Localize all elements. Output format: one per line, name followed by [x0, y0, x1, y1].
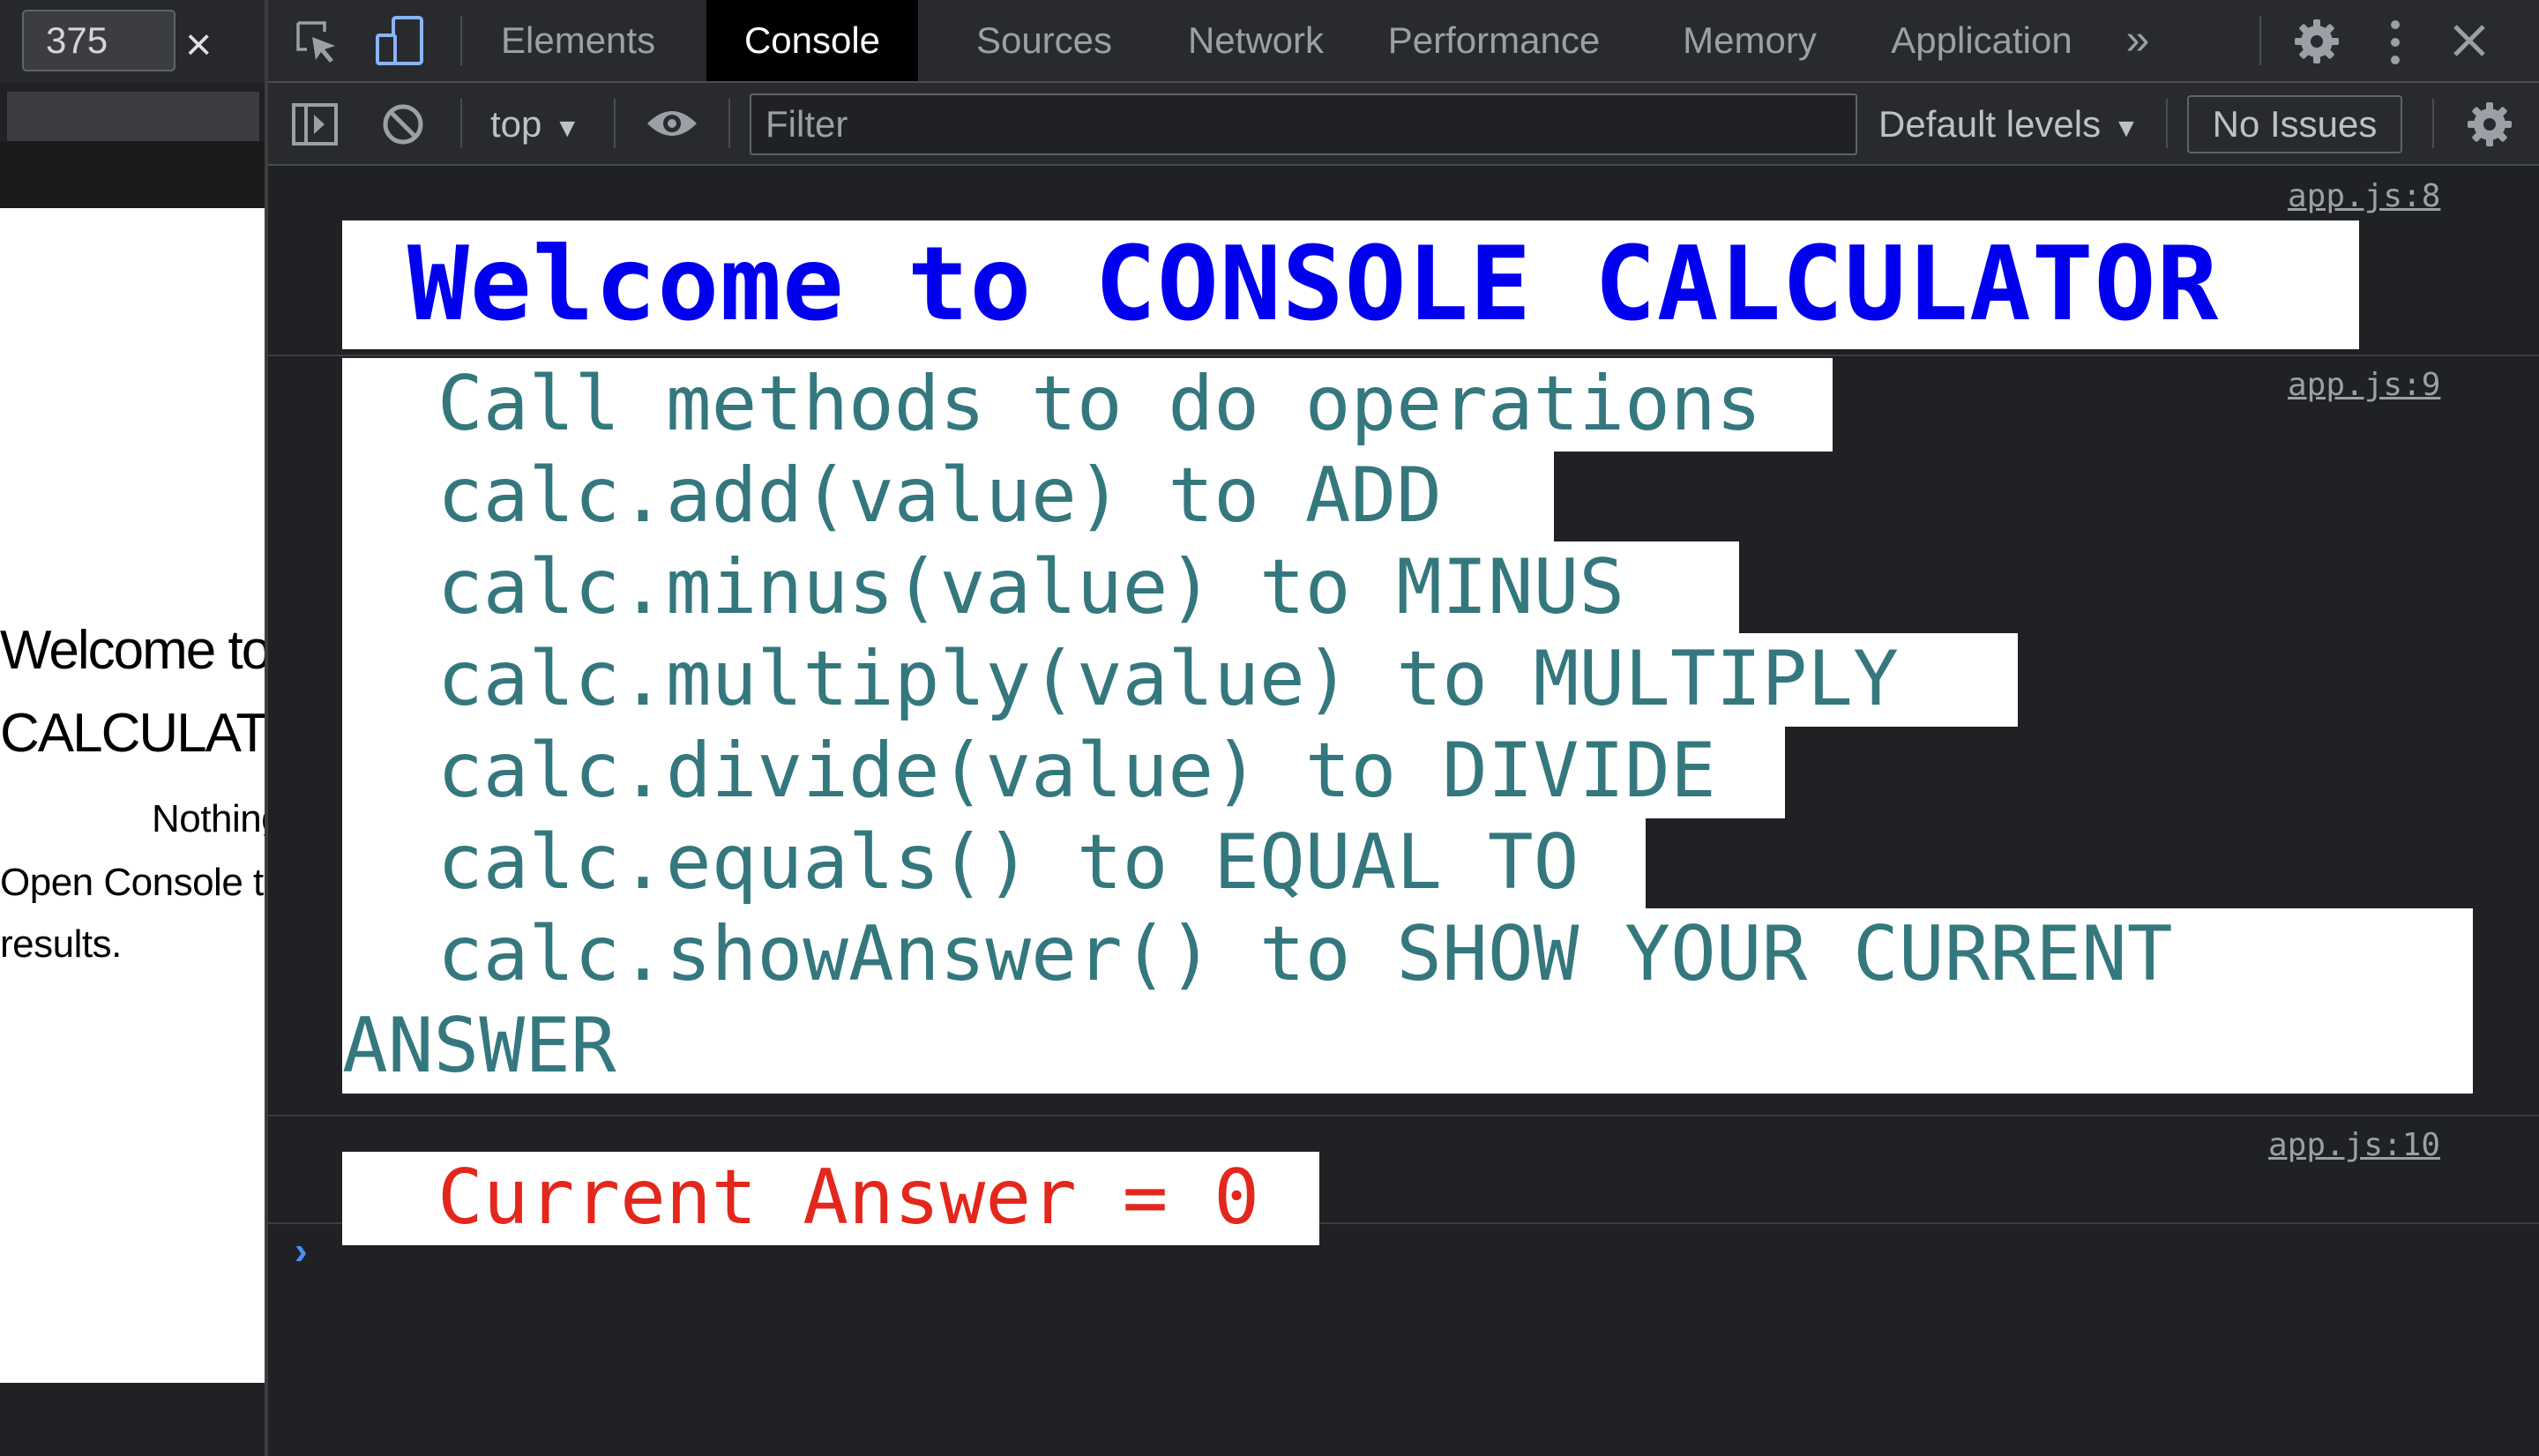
- instruction-line: calc.minus(value) to MINUS: [342, 541, 1739, 635]
- instruction-line: calc.divide(value) to DIVIDE: [342, 725, 1785, 818]
- tab-network[interactable]: Network: [1150, 0, 1362, 81]
- tab-console[interactable]: Console: [706, 0, 918, 81]
- console-message: app.js:8 Welcome to CONSOLE CALCULATOR: [268, 168, 2539, 356]
- source-link[interactable]: app.js:8: [2288, 178, 2440, 214]
- settings-gear-icon[interactable]: [2293, 18, 2341, 65]
- context-selector[interactable]: top ▼: [490, 83, 580, 166]
- more-tabs-icon[interactable]: »: [2111, 0, 2164, 81]
- toolbar-separator: [614, 99, 616, 148]
- toolbar-separator: [2432, 99, 2434, 148]
- console-settings-gear-icon[interactable]: [2466, 101, 2513, 148]
- instruction-line: calc.add(value) to ADD: [342, 450, 1554, 543]
- chevron-down-icon: ▼: [2113, 114, 2139, 143]
- tab-elements[interactable]: Elements: [501, 0, 655, 81]
- dimension-separator: ×: [185, 19, 213, 71]
- device-frame-band: [0, 141, 265, 208]
- tab-sources[interactable]: Sources: [938, 0, 1150, 81]
- console-message: app.js:9 Call methods to do operations c…: [268, 356, 2539, 1116]
- devtools-tab-bar: Elements Console Sources Network Perform…: [268, 0, 2539, 83]
- device-width-input[interactable]: 375: [22, 10, 175, 71]
- tab-application[interactable]: Application: [1863, 0, 2101, 81]
- toolbar-separator: [2166, 99, 2168, 148]
- tab-performance[interactable]: Performance: [1362, 0, 1626, 81]
- page-heading-line-1: Welcome to CONSOLE: [0, 620, 265, 681]
- device-height-strip: [7, 92, 259, 141]
- issues-button[interactable]: No Issues: [2187, 95, 2402, 153]
- page-viewport: Welcome to CONSOLE CALCULATOR Nothing to…: [0, 208, 265, 1383]
- filter-input[interactable]: Filter: [750, 93, 1857, 155]
- source-link[interactable]: app.js:10: [2268, 1127, 2440, 1163]
- console-toolbar: top ▼ Filter Default levels ▼ No Issues: [268, 83, 2539, 166]
- device-toggle-icon[interactable]: [374, 14, 427, 67]
- tab-memory[interactable]: Memory: [1644, 0, 1856, 81]
- device-toolbar: 375 ×: [0, 0, 265, 83]
- current-answer-line: Current Answer = 0: [342, 1152, 1319, 1245]
- instruction-line: ANSWER: [342, 1000, 2473, 1094]
- page-paragraph-line-3: results.: [0, 922, 122, 966]
- devtools-panel: Elements Console Sources Network Perform…: [268, 0, 2539, 1456]
- inspect-element-icon[interactable]: [295, 19, 340, 65]
- source-link[interactable]: app.js:9: [2288, 367, 2440, 403]
- page-heading-line-2: CALCULATOR: [0, 703, 265, 764]
- context-label: top: [490, 103, 542, 145]
- console-output: app.js:8 Welcome to CONSOLE CALCULATOR a…: [268, 168, 2539, 1456]
- instruction-line: calc.showAnswer() to SHOW YOUR CURRENT: [342, 908, 2473, 1002]
- toolbar-separator: [460, 99, 462, 148]
- console-message: app.js:10 Current Answer = 0: [268, 1116, 2539, 1245]
- page-paragraph-line-1: Nothing to see here.: [152, 797, 265, 840]
- instruction-line: calc.multiply(value) to MULTIPLY: [342, 633, 2018, 727]
- welcome-banner: Welcome to CONSOLE CALCULATOR: [342, 220, 2359, 349]
- chevron-down-icon: ▼: [554, 114, 581, 143]
- sidebar-toggle-icon[interactable]: [291, 101, 339, 148]
- kebab-menu-icon[interactable]: [2388, 19, 2402, 65]
- close-icon[interactable]: [2452, 23, 2487, 58]
- device-preview-pane: 375 × Welcome to CONSOLE CALCULATOR Noth…: [0, 0, 265, 1456]
- log-levels-label: Default levels: [1878, 103, 2102, 145]
- clear-console-icon[interactable]: [381, 102, 425, 146]
- console-prompt-icon[interactable]: ›: [295, 1229, 308, 1273]
- tab-bar-separator: [460, 16, 462, 65]
- log-levels-dropdown[interactable]: Default levels ▼: [1878, 83, 2139, 166]
- instruction-line: Call methods to do operations: [342, 358, 1833, 452]
- preview-footer: [0, 1383, 265, 1456]
- tab-bar-separator-right: [2259, 16, 2261, 65]
- toolbar-separator: [728, 99, 730, 148]
- page-paragraph-line-2: Open Console to see: [0, 861, 265, 904]
- instruction-line: calc.equals() to EQUAL TO: [342, 817, 1646, 910]
- eye-icon[interactable]: [646, 106, 698, 141]
